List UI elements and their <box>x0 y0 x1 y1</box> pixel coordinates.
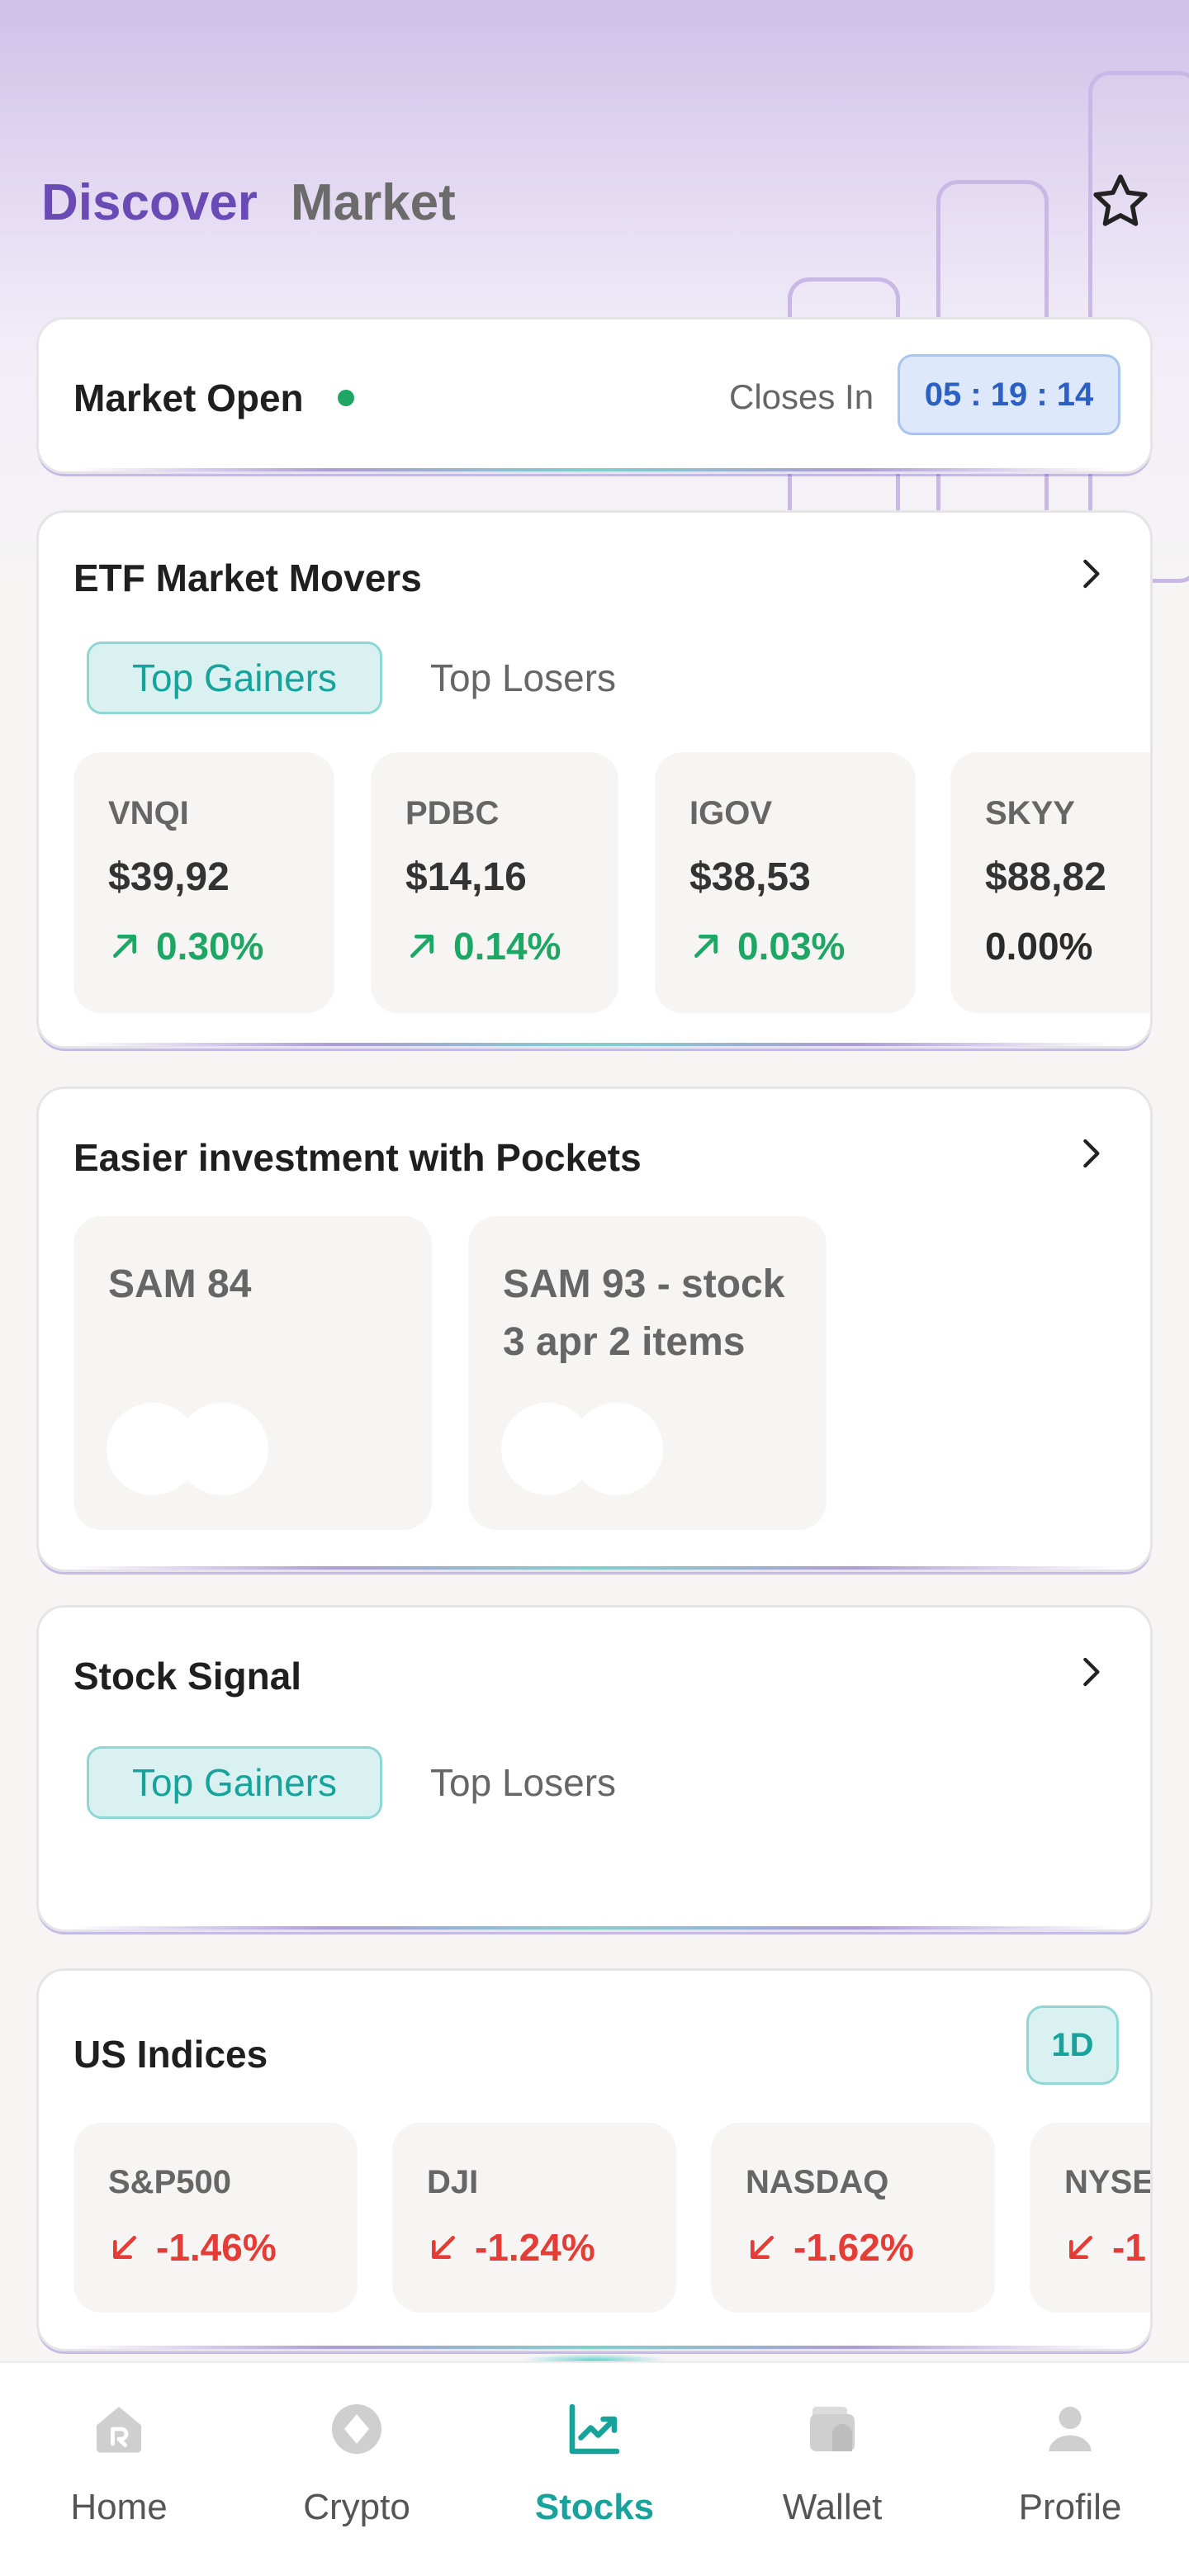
etf-price: $38,53 <box>689 855 811 899</box>
stock-signal-title: Stock Signal <box>73 1655 302 1698</box>
stock-signal-card: Stock Signal Top Gainers Top Losers <box>36 1605 1153 1932</box>
market-open-dot <box>338 390 354 406</box>
signal-filter-tabs: Top Gainers Top Losers <box>87 1746 616 1819</box>
etf-symbol: SKYY <box>985 795 1075 831</box>
etf-tile[interactable]: VNQI $39,92 0.30% <box>73 752 334 1013</box>
index-change-value: -1.24% <box>475 2226 595 2269</box>
arrow-up-right-icon <box>694 935 718 958</box>
index-change: -1.24% <box>427 2225 595 2270</box>
etf-change-value: 0.30% <box>156 925 264 968</box>
etf-change-value: 0.00% <box>985 925 1093 968</box>
chevron-right-icon[interactable] <box>1074 1655 1107 1688</box>
closes-in-label: Closes In <box>729 377 874 416</box>
etf-symbol: PDBC <box>405 795 500 831</box>
etf-tile[interactable]: PDBC $14,16 0.14% <box>371 752 618 1013</box>
nav-label: Wallet <box>782 2487 883 2527</box>
pockets-title: Easier investment with Pockets <box>73 1136 642 1179</box>
index-tile[interactable]: S&P500 -1.46% <box>73 2123 358 2313</box>
index-tile[interactable]: NASDAQ -1.62% <box>711 2123 995 2313</box>
etf-price: $39,92 <box>108 855 230 899</box>
filter-top-gainers[interactable]: Top Gainers <box>87 642 383 714</box>
arrow-down-left-icon <box>113 2236 136 2259</box>
arrow-up-right-icon <box>113 935 136 958</box>
period-selector[interactable]: 1D <box>1026 2005 1119 2085</box>
filter-top-gainers[interactable]: Top Gainers <box>87 1746 383 1819</box>
nav-label: Stocks <box>534 2487 655 2527</box>
etf-change: 0.03% <box>689 924 845 968</box>
filter-top-losers[interactable]: Top Losers <box>430 1760 616 1805</box>
nav-home[interactable]: Home <box>0 2363 238 2576</box>
index-change-value: -1.46% <box>156 2226 277 2269</box>
stocks-chart-icon <box>569 2403 620 2455</box>
star-icon[interactable] <box>1088 169 1153 234</box>
period-value: 1D <box>1051 2026 1094 2063</box>
filter-top-losers[interactable]: Top Losers <box>430 656 616 700</box>
arrow-down-left-icon <box>432 2236 455 2259</box>
pocket-tile[interactable]: SAM 84 <box>73 1216 432 1530</box>
us-indices-card: US Indices 1D S&P500 -1.46% DJI -1.24% N… <box>36 1968 1153 2351</box>
bottom-nav: Home Crypto Stocks Wallet Profile <box>0 2361 1189 2576</box>
index-tile[interactable]: NYSE -1 <box>1030 2123 1153 2313</box>
index-name: NYSE <box>1064 2164 1153 2200</box>
index-change-value: -1 <box>1112 2226 1146 2269</box>
nav-stocks[interactable]: Stocks <box>476 2363 713 2576</box>
arrow-down-left-icon <box>751 2236 774 2259</box>
pocket-name: SAM 93 - stock 3 apr 2 items <box>503 1262 785 1364</box>
index-name: NASDAQ <box>746 2164 889 2200</box>
pocket-avatars <box>501 1403 666 1495</box>
us-indices-title: US Indices <box>73 2033 268 2076</box>
tab-discover[interactable]: Discover <box>41 173 258 232</box>
etf-movers-title: ETF Market Movers <box>73 556 422 599</box>
arrow-down-left-icon <box>1069 2236 1092 2259</box>
header-background <box>0 0 1189 594</box>
pocket-avatars <box>107 1403 272 1495</box>
etf-change: 0.00% <box>985 924 1092 968</box>
home-icon <box>97 2407 141 2453</box>
pocket-name: SAM 84 <box>108 1262 252 1306</box>
nav-label: Profile <box>1018 2487 1122 2527</box>
index-name: DJI <box>427 2164 479 2200</box>
wallet-icon <box>810 2407 855 2451</box>
index-change: -1 <box>1064 2225 1146 2270</box>
index-name: S&P500 <box>108 2164 231 2200</box>
countdown-value: 05 : 19 : 14 <box>924 376 1094 413</box>
etf-tile[interactable]: IGOV $38,53 0.03% <box>655 752 916 1013</box>
countdown-timer: 05 : 19 : 14 <box>898 354 1120 435</box>
nav-label: Home <box>70 2487 168 2527</box>
etf-symbol: IGOV <box>689 795 773 831</box>
etf-change-value: 0.03% <box>737 925 846 968</box>
nav-wallet[interactable]: Wallet <box>713 2363 951 2576</box>
chevron-right-icon[interactable] <box>1074 1137 1107 1170</box>
etf-symbol: VNQI <box>108 795 189 831</box>
etf-change: 0.14% <box>405 924 561 968</box>
index-change-value: -1.62% <box>793 2226 914 2269</box>
nav-label: Crypto <box>303 2487 410 2527</box>
pocket-tile[interactable]: SAM 93 - stock 3 apr 2 items <box>468 1216 827 1530</box>
header-tabs: Discover Market <box>41 165 456 239</box>
market-status-card: Market Open Closes In 05 : 19 : 14 <box>36 317 1153 474</box>
market-status-label: Market Open <box>73 376 304 419</box>
etf-change-value: 0.14% <box>453 925 561 968</box>
index-tile[interactable]: DJI -1.24% <box>392 2123 676 2313</box>
etf-filter-tabs: Top Gainers Top Losers <box>87 642 616 714</box>
tab-market[interactable]: Market <box>291 173 456 232</box>
etf-movers-card: ETF Market Movers Top Gainers Top Losers… <box>36 510 1153 1049</box>
etf-tile[interactable]: SKYY $88,82 0.00% <box>950 752 1150 1013</box>
profile-icon <box>1049 2407 1092 2451</box>
index-change: -1.46% <box>108 2225 277 2270</box>
crypto-icon <box>332 2404 381 2454</box>
pockets-card: Easier investment with Pockets SAM 84 SA… <box>36 1087 1153 1572</box>
etf-change: 0.30% <box>108 924 263 968</box>
nav-profile[interactable]: Profile <box>951 2363 1189 2576</box>
index-change: -1.62% <box>746 2225 914 2270</box>
chevron-right-icon[interactable] <box>1074 557 1107 590</box>
arrow-up-right-icon <box>410 935 433 958</box>
nav-crypto[interactable]: Crypto <box>238 2363 476 2576</box>
etf-price: $14,16 <box>405 855 527 899</box>
etf-price: $88,82 <box>985 855 1106 899</box>
